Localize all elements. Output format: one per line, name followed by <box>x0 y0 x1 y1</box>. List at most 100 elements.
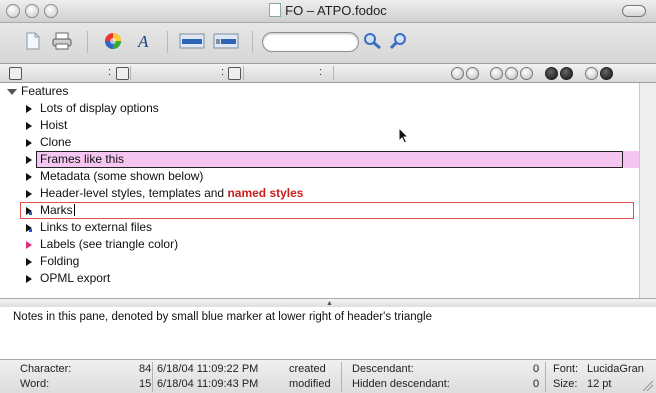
outline-row[interactable]: Metadata (some shown below) <box>0 168 640 185</box>
outline-row[interactable]: Folding <box>0 253 640 270</box>
column-divider[interactable] <box>333 66 334 80</box>
word-count: 15 <box>139 378 152 390</box>
toolbar-separator <box>87 31 88 53</box>
disclosure-triangle-icon[interactable] <box>26 105 32 113</box>
outline-row[interactable]: Links to external files <box>0 219 640 236</box>
disclosure-triangle-icon[interactable] <box>7 89 17 95</box>
disclosure-triangle-icon[interactable] <box>26 139 32 147</box>
outline-row[interactable]: Header-level styles, templates and named… <box>0 185 640 202</box>
outline-pane[interactable]: Features Lots of display options Hoist C… <box>0 83 640 298</box>
row-label-text: Header-level styles, templates and <box>40 186 228 200</box>
column-separator: : <box>108 66 112 78</box>
notes-pane[interactable]: Notes in this pane, denoted by small blu… <box>0 307 656 359</box>
column-type-icon[interactable] <box>116 67 129 80</box>
row-label: Labels (see triangle color) <box>40 237 179 251</box>
word-label: Word: <box>20 378 50 390</box>
outline-row-marked[interactable]: Marks <box>0 202 640 219</box>
column-divider[interactable] <box>243 66 244 80</box>
option-button-icon[interactable] <box>520 67 533 80</box>
outline-row[interactable]: Lots of display options <box>0 100 640 117</box>
status-divider <box>545 362 546 392</box>
splitter-handle-icon[interactable]: ▲ <box>326 300 333 307</box>
document-icon <box>269 3 282 17</box>
toolbar: A <box>0 23 656 64</box>
option-button-icon[interactable] <box>600 67 613 80</box>
hidden-descendant-count: 0 <box>533 378 540 390</box>
colors-icon[interactable] <box>102 29 124 53</box>
mouse-pointer-icon <box>398 127 410 144</box>
disclosure-triangle-icon[interactable] <box>26 173 32 181</box>
row-label: Features <box>21 84 69 98</box>
text-caret <box>73 204 75 216</box>
row-label: Marks <box>40 202 75 219</box>
print-icon[interactable] <box>50 29 74 53</box>
row-label: Header-level styles, templates and named… <box>40 185 303 202</box>
font-value: LucidaGran <box>587 363 644 375</box>
option-button-icon[interactable] <box>490 67 503 80</box>
disclosure-triangle-icon[interactable] <box>26 224 32 232</box>
created-label: created <box>289 363 326 375</box>
find-icon[interactable] <box>361 29 385 53</box>
row-label: Clone <box>40 135 72 149</box>
size-label: Size: <box>553 378 578 390</box>
option-button-icon[interactable] <box>560 67 573 80</box>
find-next-icon[interactable] <box>389 29 413 53</box>
named-styles-text: named styles <box>227 186 304 200</box>
mark-border <box>20 202 634 219</box>
search-field[interactable] <box>262 32 359 52</box>
disclosure-triangle-icon[interactable] <box>26 122 32 130</box>
outline-row[interactable]: OPML export <box>0 270 640 287</box>
outline-row[interactable]: Clone <box>0 134 640 151</box>
vertical-scrollbar[interactable] <box>639 83 656 298</box>
disclosure-triangle-icon[interactable] <box>26 207 32 215</box>
toolbar-toggle-button[interactable] <box>622 5 646 17</box>
option-button-icon[interactable] <box>451 67 464 80</box>
notes-text[interactable]: Notes in this pane, denoted by small blu… <box>13 311 432 323</box>
row-label: Lots of display options <box>40 101 159 115</box>
option-button-icon[interactable] <box>466 67 479 80</box>
character-count: 84 <box>139 363 152 375</box>
modified-date: 6/18/04 11:09:43 PM <box>157 378 259 390</box>
disclosure-triangle-icon[interactable] <box>26 156 32 164</box>
column-header-bar: : : : <box>0 64 656 83</box>
character-label: Character: <box>20 363 72 375</box>
resize-grip-icon[interactable] <box>643 381 653 391</box>
row-label: Folding <box>40 254 80 268</box>
new-document-icon[interactable] <box>22 29 44 53</box>
descendant-label: Descendant: <box>352 363 414 375</box>
insert-child-icon[interactable] <box>212 29 240 53</box>
outline-row[interactable]: Labels (see triangle color) <box>0 236 640 253</box>
column-type-icon[interactable] <box>228 67 241 80</box>
toolbar-separator <box>252 31 253 53</box>
size-value: 12 pt <box>587 378 612 390</box>
disclosure-triangle-icon[interactable] <box>26 258 32 266</box>
descendant-count: 0 <box>533 363 540 375</box>
column-divider[interactable] <box>130 66 131 80</box>
frame-highlight <box>36 151 623 168</box>
column-separator: : <box>319 66 323 78</box>
option-button-icon[interactable] <box>505 67 518 80</box>
row-label-text: Marks <box>40 203 73 217</box>
outline-row[interactable]: Hoist <box>0 117 640 134</box>
window-title-text: FO – ATPO.fodoc <box>285 3 387 18</box>
outline-row[interactable]: Features <box>0 83 640 100</box>
row-label: Metadata (some shown below) <box>40 169 204 183</box>
option-button-icon[interactable] <box>585 67 598 80</box>
window-title: FO – ATPO.fodoc <box>0 3 656 18</box>
insert-row-icon[interactable] <box>178 29 206 53</box>
disclosure-triangle-icon[interactable] <box>26 190 32 198</box>
frame-highlight-extension <box>623 151 640 168</box>
disclosure-triangle-icon[interactable] <box>26 241 32 249</box>
row-label: Frames like this <box>40 152 125 166</box>
fonts-icon[interactable]: A <box>132 29 154 53</box>
status-bar: Character: 84 Word: 15 6/18/04 11:09:22 … <box>0 359 656 393</box>
title-bar: FO – ATPO.fodoc <box>0 0 656 23</box>
hidden-descendant-label: Hidden descendant: <box>352 378 450 390</box>
outline-row-framed[interactable]: Frames like this <box>0 151 640 168</box>
svg-text:A: A <box>137 32 149 50</box>
option-button-icon[interactable] <box>545 67 558 80</box>
disclosure-triangle-icon[interactable] <box>26 275 32 283</box>
outline-column-icon[interactable] <box>9 67 22 80</box>
column-separator: : <box>221 66 225 78</box>
status-divider <box>152 362 153 392</box>
